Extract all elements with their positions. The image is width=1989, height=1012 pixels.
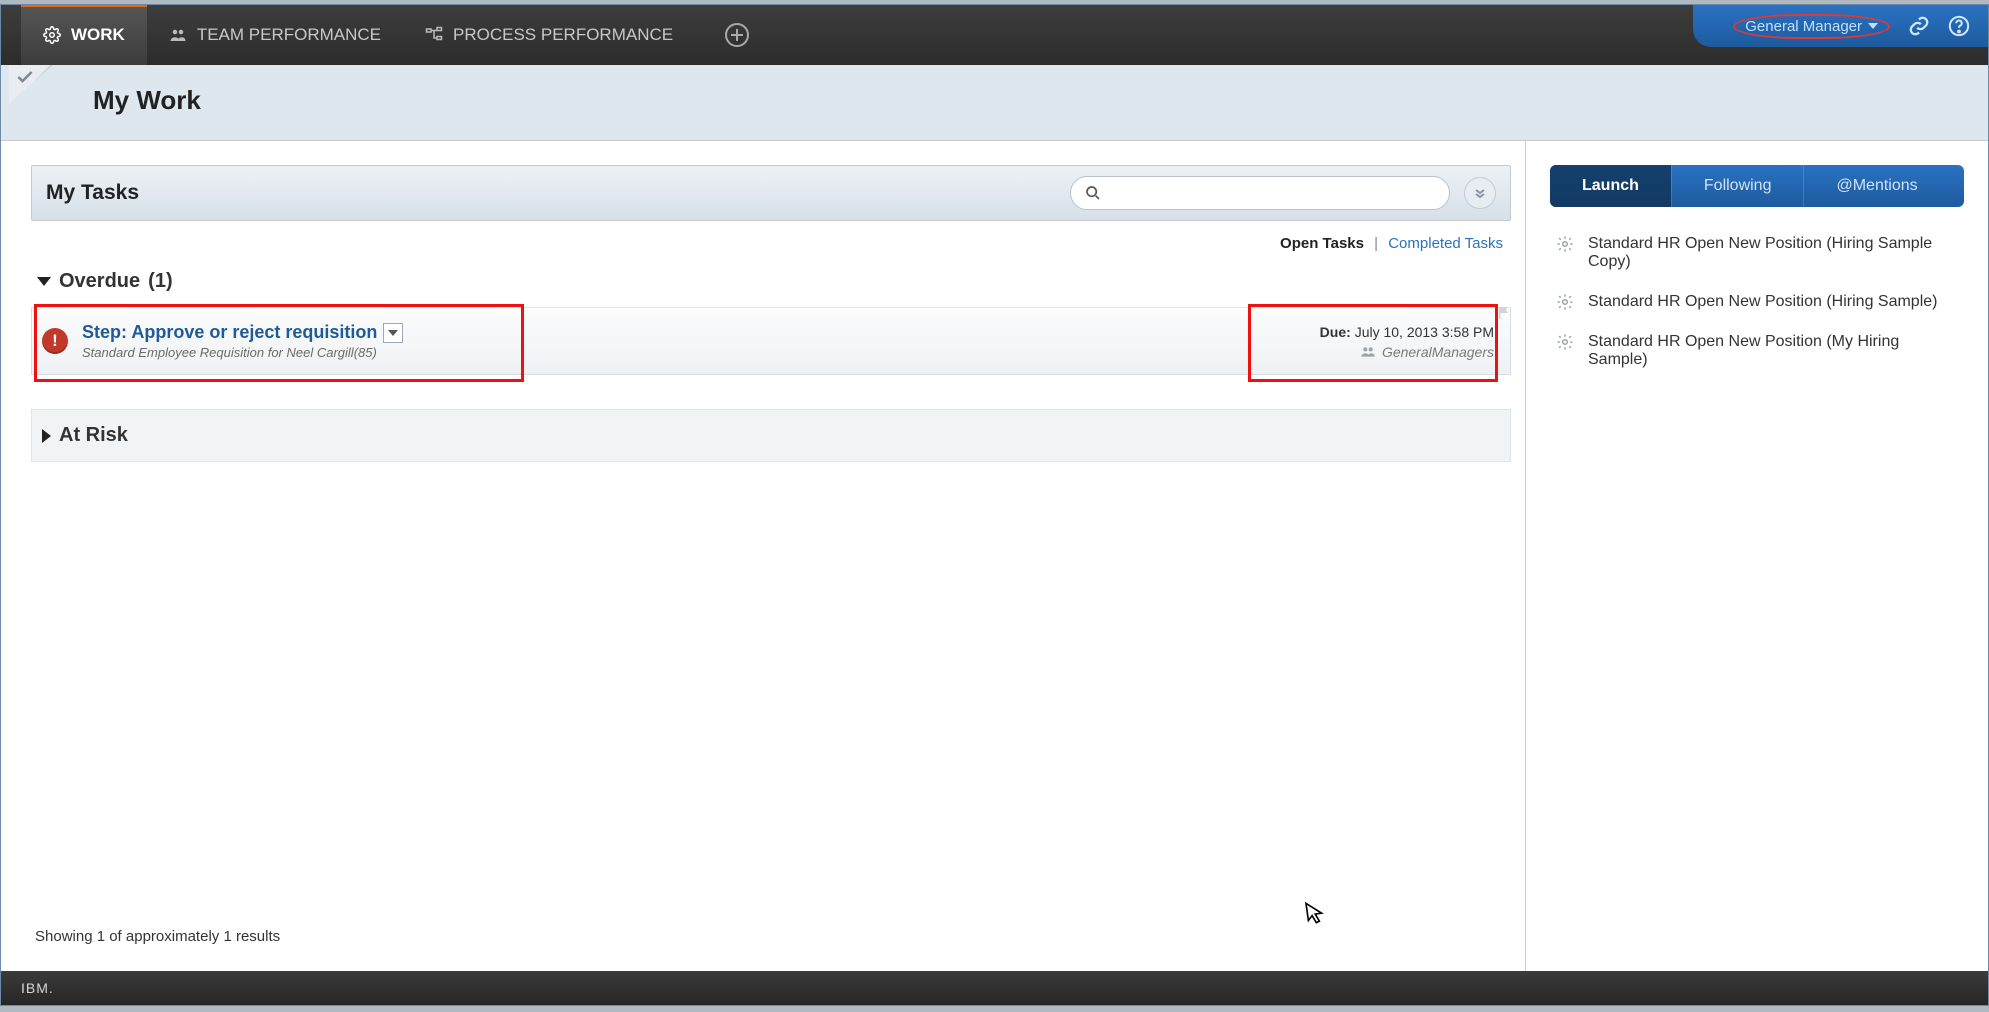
filter-completed-tasks[interactable]: Completed Tasks xyxy=(1388,235,1503,252)
my-tasks-title: My Tasks xyxy=(46,181,139,205)
side-tabs: Launch Following @Mentions xyxy=(1550,165,1964,207)
user-name: General Manager xyxy=(1745,18,1862,35)
section-at-risk-label: At Risk xyxy=(59,424,128,447)
add-tab-button[interactable] xyxy=(725,23,749,47)
task-subtitle: Standard Employee Requisition for Neel C… xyxy=(82,345,403,360)
task-item[interactable]: ! Step: Approve or reject requisition St… xyxy=(31,307,1511,375)
flag-icon[interactable] xyxy=(1498,306,1512,320)
people-icon xyxy=(169,26,187,44)
launch-list: Standard HR Open New Position (Hiring Sa… xyxy=(1550,235,1964,369)
user-menu[interactable]: General Manager xyxy=(1733,14,1890,39)
page-header: My Work xyxy=(1,65,1988,141)
launch-item-label: Standard HR Open New Position (Hiring Sa… xyxy=(1588,293,1937,311)
gear-icon xyxy=(1556,293,1574,311)
task-due-label: Due: xyxy=(1320,324,1351,340)
nav-tab-team-performance[interactable]: TEAM PERFORMANCE xyxy=(147,5,403,65)
task-group: GeneralManagers xyxy=(1382,344,1494,360)
search-wrap xyxy=(1070,176,1450,210)
section-at-risk[interactable]: At Risk xyxy=(31,409,1511,462)
section-overdue-label: Overdue xyxy=(59,270,140,293)
chevron-down-icon xyxy=(1868,23,1878,29)
gear-icon xyxy=(1556,235,1574,253)
main-panel: My Tasks Open Tasks | Completed xyxy=(1,141,1526,971)
section-overdue[interactable]: Overdue (1) xyxy=(31,262,1511,301)
launch-item-label: Standard HR Open New Position (Hiring Sa… xyxy=(1588,235,1958,271)
collapse-button[interactable] xyxy=(1464,177,1496,209)
filter-open-tasks[interactable]: Open Tasks xyxy=(1280,235,1364,252)
task-actions-dropdown[interactable] xyxy=(383,323,403,343)
search-icon xyxy=(1085,185,1101,201)
launch-item[interactable]: Standard HR Open New Position (Hiring Sa… xyxy=(1556,293,1958,311)
cursor-pointer-icon xyxy=(1302,899,1327,928)
branch-icon xyxy=(425,26,443,44)
launch-item[interactable]: Standard HR Open New Position (Hiring Sa… xyxy=(1556,235,1958,271)
side-tab-following[interactable]: Following xyxy=(1671,165,1804,207)
navbar-right: General Manager xyxy=(1693,5,1988,47)
footer-brand: IBM. xyxy=(21,980,54,996)
launch-item-label: Standard HR Open New Position (My Hiring… xyxy=(1588,333,1958,369)
side-panel: Launch Following @Mentions Standard HR O… xyxy=(1526,141,1988,971)
check-icon xyxy=(15,67,35,87)
top-navbar: WORK TEAM PERFORMANCE PROCESS PERFORMANC… xyxy=(1,5,1988,65)
task-title-link[interactable]: Step: Approve or reject requisition xyxy=(82,322,377,343)
nav-tab-process-performance[interactable]: PROCESS PERFORMANCE xyxy=(403,5,695,65)
footer-bar: IBM. xyxy=(1,971,1988,1005)
task-due-value: July 10, 2013 3:58 PM xyxy=(1355,324,1494,340)
page-title: My Work xyxy=(93,85,1952,116)
group-icon xyxy=(1360,346,1376,358)
nav-tab-label: TEAM PERFORMANCE xyxy=(197,25,381,45)
my-tasks-header: My Tasks xyxy=(31,165,1511,221)
alert-icon: ! xyxy=(42,328,68,354)
chevron-down-icon xyxy=(388,330,398,336)
nav-tab-label: PROCESS PERFORMANCE xyxy=(453,25,673,45)
chevron-right-icon xyxy=(42,429,51,443)
chevron-down-icon xyxy=(37,277,51,286)
side-tab-launch[interactable]: Launch xyxy=(1550,165,1671,207)
nav-tab-label: WORK xyxy=(71,25,125,45)
launch-item[interactable]: Standard HR Open New Position (My Hiring… xyxy=(1556,333,1958,369)
gear-icon xyxy=(1556,333,1574,351)
results-footer: Showing 1 of approximately 1 results xyxy=(31,910,1511,971)
help-icon[interactable] xyxy=(1948,15,1970,37)
task-filter-row: Open Tasks | Completed Tasks xyxy=(31,221,1511,262)
search-input[interactable] xyxy=(1101,185,1435,201)
side-tab-label: @Mentions xyxy=(1836,177,1917,195)
filter-separator: | xyxy=(1374,235,1378,252)
section-overdue-count: (1) xyxy=(148,270,172,293)
nav-tab-work[interactable]: WORK xyxy=(21,5,147,65)
side-tab-label: Launch xyxy=(1582,177,1639,195)
gear-icon xyxy=(43,26,61,44)
side-tab-label: Following xyxy=(1704,177,1772,195)
link-icon[interactable] xyxy=(1908,15,1930,37)
side-tab-mentions[interactable]: @Mentions xyxy=(1803,165,1949,207)
